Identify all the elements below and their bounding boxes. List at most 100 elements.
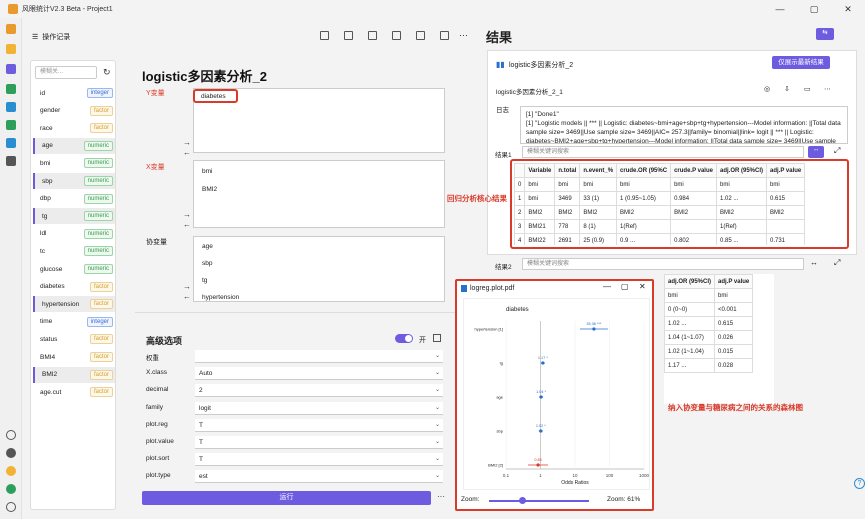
table-row: 2 BMI2 BMI2 BMI2 BMI2 BMI2 BMI2 BMI2 xyxy=(514,205,806,220)
move-right-icon[interactable]: → xyxy=(183,210,191,219)
table-cell: bmi xyxy=(524,191,556,206)
table-row: 3 BMI21 778 8 (1) 1(Ref) 1(Ref) xyxy=(514,219,806,234)
run-more-button[interactable]: ··· xyxy=(437,492,445,501)
option-value: T xyxy=(199,456,203,464)
option-select[interactable]: T ⌄ xyxy=(195,418,443,432)
point-estimate xyxy=(541,361,545,365)
zoom-slider-track[interactable] xyxy=(489,500,589,502)
x-var-item[interactable]: bmi xyxy=(202,168,212,175)
y-tick-label: age xyxy=(496,395,503,400)
eye-icon[interactable]: ◎ xyxy=(764,85,770,93)
table-cell: bmi xyxy=(664,288,716,303)
adv-toggle-label: 开 xyxy=(419,337,426,344)
log-box: [1] "Done1" [1] "Logistic models || *** … xyxy=(520,106,848,144)
view-toggle-button[interactable]: ⇆ xyxy=(816,28,834,40)
move-left-icon[interactable]: ← xyxy=(183,220,191,229)
result2-table-wrap: adj.OR (95%CI) adj.P value bmi bmi 0 (0~0) <0… xyxy=(664,274,774,404)
external-icon[interactable] xyxy=(433,334,441,342)
run-button[interactable]: 运行 xyxy=(142,491,431,505)
table-cell: BMI21 xyxy=(524,219,556,234)
close-button[interactable]: ✕ xyxy=(831,0,865,18)
latest-result-button[interactable]: 仅展示最新结果 xyxy=(772,56,830,69)
x-var-item[interactable]: BMI2 xyxy=(202,186,217,193)
pdf-window: logreg.plot.pdf — ▢ ✕ diabetes 0.1 1 10 100 1… xyxy=(455,279,654,511)
table-header: adj.P value xyxy=(765,163,806,178)
y-var-chip[interactable]: diabetes xyxy=(193,89,238,103)
table-row: 0 bmi bmi bmi bmi bmi bmi bmi xyxy=(514,177,806,192)
sub-result-title: logistic多因素分析_2_1 xyxy=(496,89,563,96)
result1-table: Variable n.total n.event_% crude.OR (95%C cr… xyxy=(514,163,806,245)
table-cell: bmi xyxy=(579,177,618,192)
option-select[interactable]: 2 ⌄ xyxy=(195,384,443,398)
x-tick-label: 10 xyxy=(572,473,578,478)
table-cell: bmi xyxy=(714,288,754,303)
chevron-down-icon: ⌄ xyxy=(434,353,440,359)
download-icon[interactable]: ⇩ xyxy=(784,85,790,93)
option-value: Auto xyxy=(199,370,213,378)
table-header: n.total xyxy=(554,163,581,178)
table-cell: 0.984 xyxy=(670,191,717,206)
table-cell: 1.02 ... xyxy=(715,191,768,206)
chevron-down-icon: ⌄ xyxy=(434,404,440,411)
table-row: 1.02 ... 0.615 xyxy=(664,316,754,331)
result1-search[interactable]: 模糊关键词搜索 xyxy=(522,146,804,158)
option-select[interactable]: logit ⌄ xyxy=(195,401,443,415)
move-right-icon[interactable]: → xyxy=(183,138,191,147)
minimize-button[interactable]: — xyxy=(763,0,797,18)
option-select[interactable]: T ⌄ xyxy=(195,453,443,467)
log-line: [1] "Logistic models || *** || Logistic:… xyxy=(526,120,841,144)
cov-item[interactable]: age xyxy=(202,243,213,250)
move-right-icon[interactable]: → xyxy=(183,282,191,291)
table-cell: bmi xyxy=(765,177,806,192)
option-value: est xyxy=(199,473,208,481)
table-cell: 33 (1) xyxy=(579,191,618,206)
table-cell: 0.026 xyxy=(714,330,754,345)
result2-expand-icon[interactable]: ↔ xyxy=(810,258,818,267)
pdf-minimize-button[interactable]: — xyxy=(603,282,611,291)
table-cell: 0.028 xyxy=(714,358,754,373)
cov-box[interactable]: age sbp tg hypertension xyxy=(193,236,445,302)
option-label: plot.sort xyxy=(146,455,170,463)
y-tick-label: tg xyxy=(500,361,503,366)
x-var-box[interactable]: bmi BMI2 xyxy=(193,160,445,228)
table-cell: BMI2 xyxy=(524,205,556,220)
data-label: 1.04 * xyxy=(536,390,546,394)
option-select[interactable]: ⌄ xyxy=(195,350,443,363)
annot-forest-plot: 纳入协变量与糖尿病之间的关系的森林图 xyxy=(668,403,803,412)
point-estimate xyxy=(539,395,543,399)
table-cell: 1(Ref) xyxy=(715,219,768,234)
maximize-button[interactable]: ▢ xyxy=(797,0,831,18)
cov-item[interactable]: tg xyxy=(202,277,207,284)
result-card-title: logistic多因素分析_2 xyxy=(509,62,574,69)
page-title: logistic多因素分析_2 xyxy=(142,69,267,84)
point-estimate xyxy=(592,327,596,331)
option-select[interactable]: Auto ⌄ xyxy=(195,367,443,381)
option-label: X.class xyxy=(146,369,167,377)
cov-item[interactable]: hypertension xyxy=(202,294,239,301)
table-cell: 0.615 xyxy=(714,316,754,331)
pdf-close-button[interactable]: ✕ xyxy=(639,282,646,291)
pdf-maximize-button[interactable]: ▢ xyxy=(621,282,629,291)
result2-search[interactable]: 模糊关键词搜索 xyxy=(522,258,804,270)
zoom-slider-thumb[interactable] xyxy=(519,497,526,504)
option-select[interactable]: T ⌄ xyxy=(195,436,443,449)
folder-open-icon[interactable]: ▭ xyxy=(804,85,811,93)
table-row: 1.02 (1~1.04) 0.015 xyxy=(664,344,754,359)
option-value: T xyxy=(199,439,203,446)
table-cell: 1.02 (1~1.04) xyxy=(664,344,716,359)
fullscreen-icon[interactable]: ⤢ xyxy=(834,258,840,268)
fullscreen-icon[interactable]: ⤢ xyxy=(834,146,840,156)
adv-toggle[interactable] xyxy=(395,334,413,343)
table-header: crude.OR (95%C xyxy=(616,163,672,178)
table-cell: 0.802 xyxy=(670,233,717,245)
move-left-icon[interactable]: ← xyxy=(183,148,191,157)
option-select[interactable]: est ⌄ xyxy=(195,470,443,484)
move-left-icon[interactable]: ← xyxy=(183,292,191,301)
help-icon[interactable]: ? xyxy=(854,478,865,489)
more-icon[interactable]: ⋯ xyxy=(824,85,831,93)
result1-expand-button[interactable]: ↔ xyxy=(808,146,824,158)
cov-item[interactable]: sbp xyxy=(202,260,212,267)
table-cell xyxy=(670,219,717,234)
table-cell: 0.015 xyxy=(714,344,754,359)
table-cell: BMI22 xyxy=(524,233,556,245)
